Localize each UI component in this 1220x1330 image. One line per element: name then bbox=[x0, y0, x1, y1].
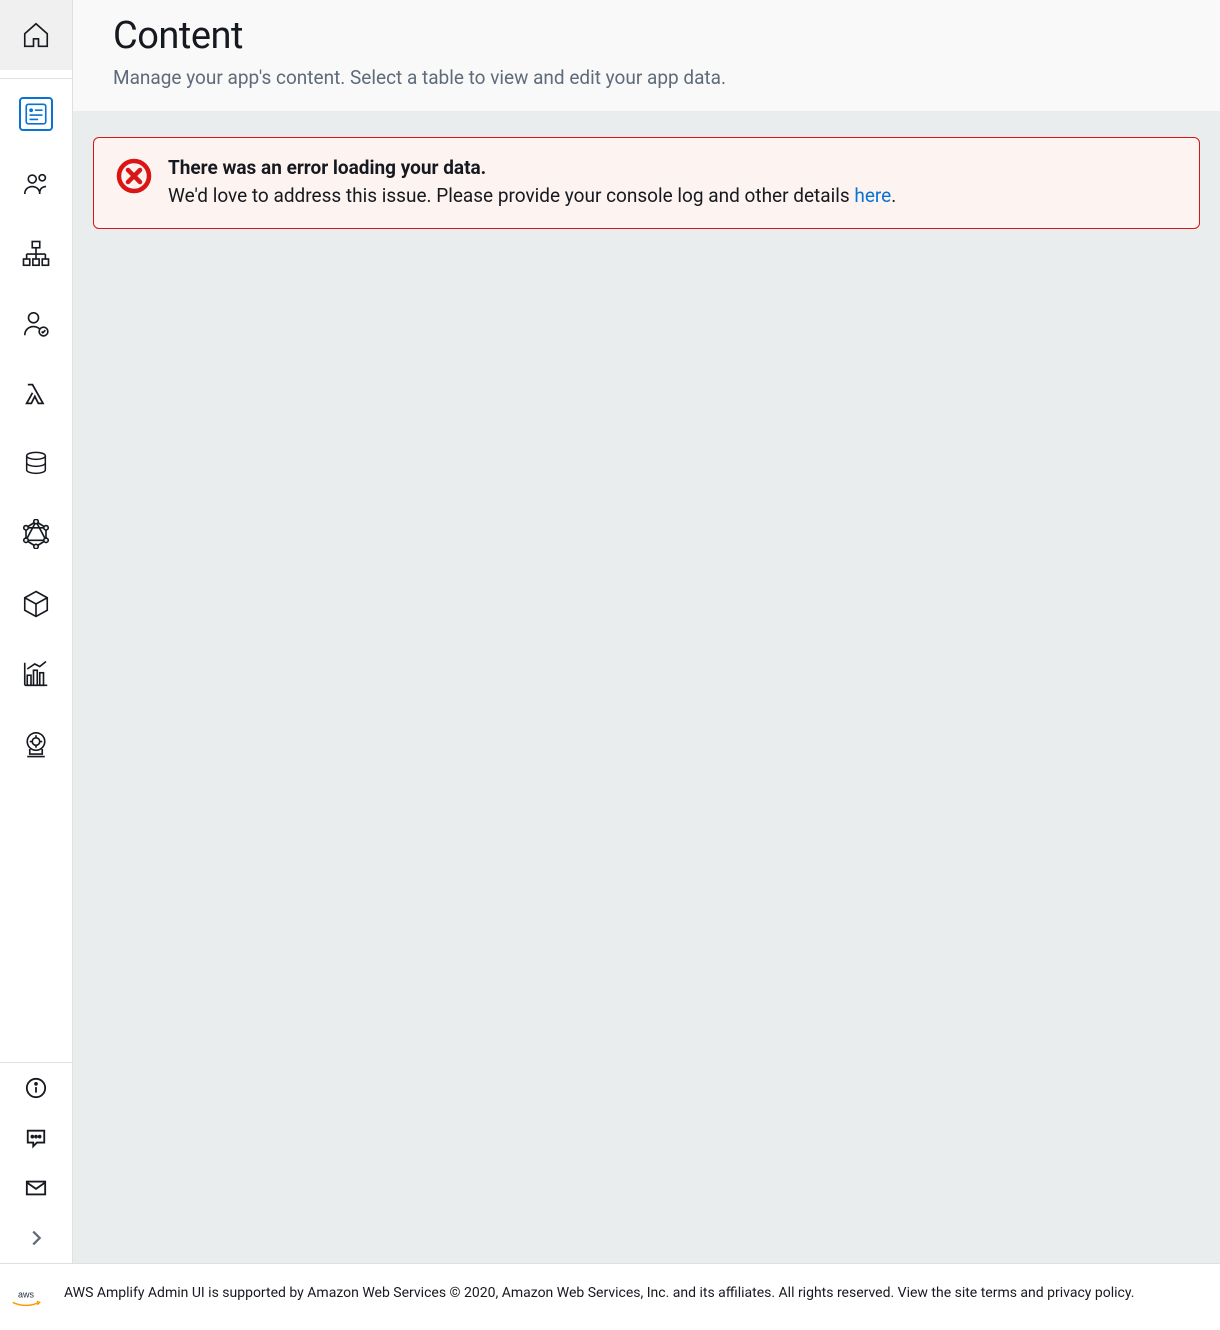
error-alert: There was an error loading your data. We… bbox=[93, 137, 1200, 229]
sidebar bbox=[0, 0, 73, 1263]
alert-message-prefix: We'd love to address this issue. Please … bbox=[168, 184, 854, 207]
user-check-icon bbox=[21, 309, 51, 339]
sidebar-item-data-model[interactable] bbox=[0, 219, 72, 289]
sidebar-item-auth[interactable] bbox=[0, 289, 72, 359]
sidebar-item-rest-api[interactable] bbox=[0, 569, 72, 639]
alert-title: There was an error loading your data. bbox=[168, 156, 1177, 179]
alert-message: We'd love to address this issue. Please … bbox=[168, 183, 1177, 210]
sidebar-item-content[interactable] bbox=[0, 79, 72, 149]
sidebar-item-contact[interactable] bbox=[0, 1163, 72, 1213]
svg-text:aws: aws bbox=[18, 1290, 35, 1300]
feedback-icon bbox=[25, 1127, 47, 1149]
sidebar-item-functions[interactable] bbox=[0, 359, 72, 429]
predictions-icon bbox=[21, 729, 51, 759]
chevron-right-icon bbox=[25, 1227, 47, 1249]
alert-link-here[interactable]: here bbox=[854, 184, 891, 207]
sidebar-item-home[interactable] bbox=[0, 0, 72, 70]
page-title: Content bbox=[113, 14, 1180, 58]
hierarchy-icon bbox=[21, 239, 51, 269]
footer-prefix: AWS Amplify Admin UI is supported by Ama… bbox=[64, 1285, 955, 1301]
graphql-icon bbox=[21, 519, 51, 549]
sidebar-item-storage[interactable] bbox=[0, 429, 72, 499]
lambda-icon bbox=[22, 380, 50, 408]
site-terms-link[interactable]: site terms bbox=[955, 1285, 1017, 1301]
page-subtitle: Manage your app's content. Select a tabl… bbox=[113, 66, 1180, 89]
sidebar-item-info[interactable] bbox=[0, 1063, 72, 1113]
sidebar-item-analytics[interactable] bbox=[0, 639, 72, 709]
alert-message-suffix: . bbox=[891, 184, 896, 207]
aws-logo: aws bbox=[0, 1282, 52, 1312]
cube-icon bbox=[21, 589, 51, 619]
footer: aws AWS Amplify Admin UI is supported by… bbox=[0, 1263, 1220, 1330]
footer-suffix: . bbox=[1131, 1285, 1135, 1301]
sidebar-item-predictions[interactable] bbox=[0, 709, 72, 779]
home-icon bbox=[21, 20, 51, 50]
sidebar-item-expand[interactable] bbox=[0, 1213, 72, 1263]
main-content: Content Manage your app's content. Selec… bbox=[73, 0, 1220, 1263]
database-icon bbox=[22, 450, 50, 478]
sidebar-item-users[interactable] bbox=[0, 149, 72, 219]
users-icon bbox=[21, 169, 51, 199]
footer-and: and bbox=[1017, 1285, 1047, 1301]
sidebar-item-feedback[interactable] bbox=[0, 1113, 72, 1163]
content-icon bbox=[19, 97, 53, 131]
info-icon bbox=[25, 1077, 47, 1099]
analytics-icon bbox=[21, 659, 51, 689]
page-header: Content Manage your app's content. Selec… bbox=[73, 0, 1220, 111]
sidebar-item-graphql[interactable] bbox=[0, 499, 72, 569]
content-area: There was an error loading your data. We… bbox=[73, 111, 1220, 1263]
error-icon bbox=[116, 158, 152, 198]
mail-icon bbox=[25, 1177, 47, 1199]
footer-text: AWS Amplify Admin UI is supported by Ama… bbox=[64, 1282, 1200, 1304]
privacy-policy-link[interactable]: privacy policy bbox=[1047, 1285, 1131, 1301]
